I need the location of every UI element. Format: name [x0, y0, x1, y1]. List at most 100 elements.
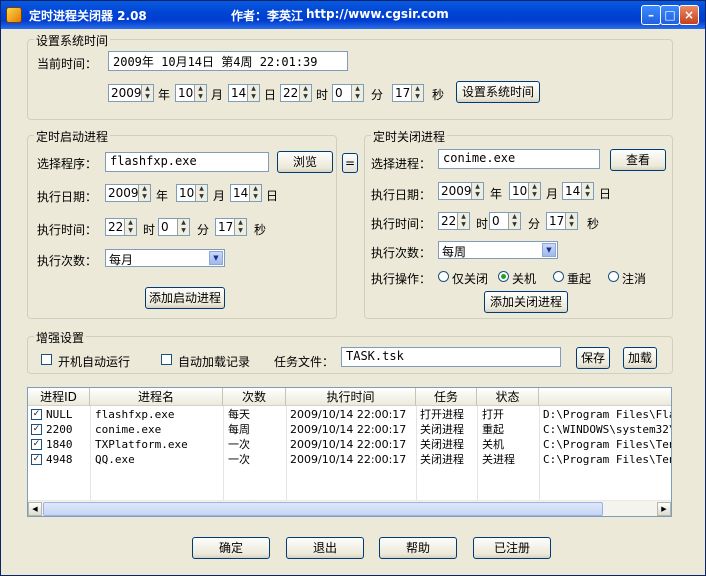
- chevron-down-icon[interactable]: ▼: [209, 251, 223, 265]
- task-file-field[interactable]: TASK.tsk: [341, 347, 561, 367]
- close-day-spinner[interactable]: 14 ▲ ▼: [562, 182, 594, 200]
- autoload-checkbox[interactable]: [161, 354, 172, 365]
- start-second-value: 17: [218, 220, 234, 234]
- table-row[interactable]: ✓ 1840 TXPlatform.exe 一次 2009/10/14 22:0…: [28, 437, 671, 452]
- spinner-arrows-icon[interactable]: ▲ ▼: [177, 219, 189, 235]
- spinner-arrows-icon[interactable]: ▲ ▼: [411, 85, 423, 101]
- action-radio-restart[interactable]: [553, 271, 564, 282]
- spinner-arrows-icon[interactable]: ▲ ▼: [138, 185, 150, 201]
- browse-button[interactable]: 浏览: [277, 151, 333, 173]
- sys-day-spinner[interactable]: 14 ▲ ▼: [228, 84, 260, 102]
- start-hour-spinner[interactable]: 22 ▲ ▼: [105, 218, 137, 236]
- close-year-spinner[interactable]: 2009 ▲ ▼: [438, 182, 484, 200]
- spinner-arrows-icon[interactable]: ▲ ▼: [581, 183, 593, 199]
- start-day-unit: 日: [266, 189, 279, 203]
- maximize-button[interactable]: □: [660, 5, 680, 25]
- action-radio-close-only[interactable]: [438, 271, 449, 282]
- process-field[interactable]: conime.exe: [438, 149, 600, 169]
- spinner-arrows-icon[interactable]: ▲ ▼: [508, 213, 520, 229]
- spinner-arrows-icon[interactable]: ▲ ▼: [124, 219, 136, 235]
- exit-button[interactable]: 退出: [286, 537, 364, 559]
- action-radio-logoff[interactable]: [608, 271, 619, 282]
- row-checkbox[interactable]: ✓: [31, 454, 42, 465]
- spinner-arrows-icon[interactable]: ▲ ▼: [247, 85, 259, 101]
- start-second-spinner[interactable]: 17 ▲ ▼: [215, 218, 247, 236]
- close-year-unit: 年: [490, 187, 503, 201]
- sys-minute-spinner[interactable]: 0 ▲ ▼: [332, 84, 364, 102]
- autoload-label: 自动加载记录: [178, 355, 251, 369]
- spinner-arrows-icon[interactable]: ▲ ▼: [351, 85, 363, 101]
- spinner-arrows-icon[interactable]: ▲ ▼: [457, 213, 469, 229]
- view-button[interactable]: 查看: [610, 149, 666, 171]
- table-row[interactable]: ✓ 2200 conime.exe 每周 2009/10/14 22:00:17…: [28, 422, 671, 437]
- scroll-right-icon[interactable]: ▶: [657, 502, 671, 516]
- help-button[interactable]: 帮助: [379, 537, 457, 559]
- start-count-select[interactable]: 每月 ▼: [105, 249, 225, 267]
- sys-month-spinner[interactable]: 10 ▲ ▼: [175, 84, 207, 102]
- column-header-name[interactable]: 进程名: [90, 388, 223, 406]
- close-count-label: 执行次数：: [371, 246, 432, 260]
- start-month-spinner[interactable]: 10 ▲ ▼: [176, 184, 208, 202]
- spinner-arrows-icon[interactable]: ▲ ▼: [249, 185, 261, 201]
- column-header-count[interactable]: 次数: [223, 388, 286, 406]
- table-row[interactable]: ✓ NULL flashfxp.exe 每天 2009/10/14 22:00:…: [28, 407, 671, 422]
- sys-year-spinner[interactable]: 2009 ▲ ▼: [108, 84, 154, 102]
- column-header-time[interactable]: 执行时间: [286, 388, 416, 406]
- row-checkbox[interactable]: ✓: [31, 439, 42, 450]
- start-day-spinner[interactable]: 14 ▲ ▼: [230, 184, 262, 202]
- equal-button[interactable]: =: [342, 153, 358, 173]
- column-header-status[interactable]: 状态: [477, 388, 539, 406]
- row-checkbox[interactable]: ✓: [31, 409, 42, 420]
- add-start-process-button[interactable]: 添加启动进程: [145, 287, 225, 309]
- action-radio-shutdown[interactable]: [498, 271, 509, 282]
- spinner-arrows-icon[interactable]: ▲ ▼: [471, 183, 483, 199]
- close-minute-spinner[interactable]: 0 ▲ ▼: [489, 212, 521, 230]
- window-title: 定时进程关闭器 2.08: [29, 9, 147, 23]
- load-button[interactable]: 加载: [623, 347, 657, 369]
- close-month-spinner[interactable]: 10 ▲ ▼: [509, 182, 541, 200]
- add-close-process-button[interactable]: 添加关闭进程: [484, 291, 568, 313]
- scroll-thumb[interactable]: [43, 502, 603, 516]
- horizontal-scrollbar[interactable]: ◀ ▶: [28, 500, 671, 516]
- sys-hour-spinner[interactable]: 22 ▲ ▼: [280, 84, 312, 102]
- spinner-arrows-icon[interactable]: ▲ ▼: [234, 219, 246, 235]
- start-minute-spinner[interactable]: 0 ▲ ▼: [158, 218, 190, 236]
- close-second-spinner[interactable]: 17 ▲ ▼: [546, 212, 578, 230]
- spinner-arrows-icon[interactable]: ▲ ▼: [299, 85, 311, 101]
- row-checkbox[interactable]: ✓: [31, 424, 42, 435]
- spinner-arrows-icon[interactable]: ▲ ▼: [141, 85, 153, 101]
- cell-name: TXPlatform.exe: [95, 438, 188, 451]
- cell-name: conime.exe: [95, 423, 162, 436]
- column-header-path[interactable]: [539, 388, 671, 406]
- column-header-pid[interactable]: 进程ID: [28, 388, 90, 406]
- program-field[interactable]: flashfxp.exe: [105, 152, 269, 172]
- scroll-left-icon[interactable]: ◀: [28, 502, 42, 516]
- close-hour-spinner[interactable]: 22 ▲ ▼: [438, 212, 470, 230]
- app-icon: [6, 7, 22, 23]
- cell-time: 2009/10/14 22:00:17: [290, 438, 407, 451]
- spinner-arrows-icon[interactable]: ▲ ▼: [528, 183, 540, 199]
- column-header-task[interactable]: 任务: [416, 388, 477, 406]
- cell-path: C:\WINDOWS\system32\c: [543, 423, 672, 436]
- autostart-checkbox[interactable]: [41, 354, 52, 365]
- set-system-time-button[interactable]: 设置系统时间: [456, 81, 540, 103]
- registered-button[interactable]: 已注册: [473, 537, 551, 559]
- minimize-button[interactable]: –: [641, 5, 661, 25]
- current-time-field[interactable]: 2009年 10月14日 第4周 22:01:39: [108, 51, 348, 71]
- action-option-label: 关机: [512, 272, 537, 286]
- table-row[interactable]: ✓ 4948 QQ.exe 一次 2009/10/14 22:00:17 关闭进…: [28, 452, 671, 467]
- chevron-down-icon[interactable]: ▼: [542, 243, 556, 257]
- spinner-arrows-icon[interactable]: ▲ ▼: [195, 185, 207, 201]
- cell-path: C:\Program Files\Tenc: [543, 438, 672, 451]
- sys-second-spinner[interactable]: 17 ▲ ▼: [392, 84, 424, 102]
- save-button[interactable]: 保存: [576, 347, 610, 369]
- close-button[interactable]: ×: [679, 5, 699, 25]
- cell-count: 每周: [228, 423, 250, 436]
- task-list[interactable]: 进程ID 进程名 次数 执行时间 任务 状态 ✓ NULL flashfxp.e…: [27, 387, 672, 517]
- close-count-select[interactable]: 每周 ▼: [438, 241, 558, 259]
- title-bar[interactable]: 定时进程关闭器 2.08 作者：李英江 http://www.cgsir.com…: [1, 1, 705, 29]
- ok-button[interactable]: 确定: [192, 537, 270, 559]
- spinner-arrows-icon[interactable]: ▲ ▼: [565, 213, 577, 229]
- spinner-arrows-icon[interactable]: ▲ ▼: [194, 85, 206, 101]
- start-year-spinner[interactable]: 2009 ▲ ▼: [105, 184, 151, 202]
